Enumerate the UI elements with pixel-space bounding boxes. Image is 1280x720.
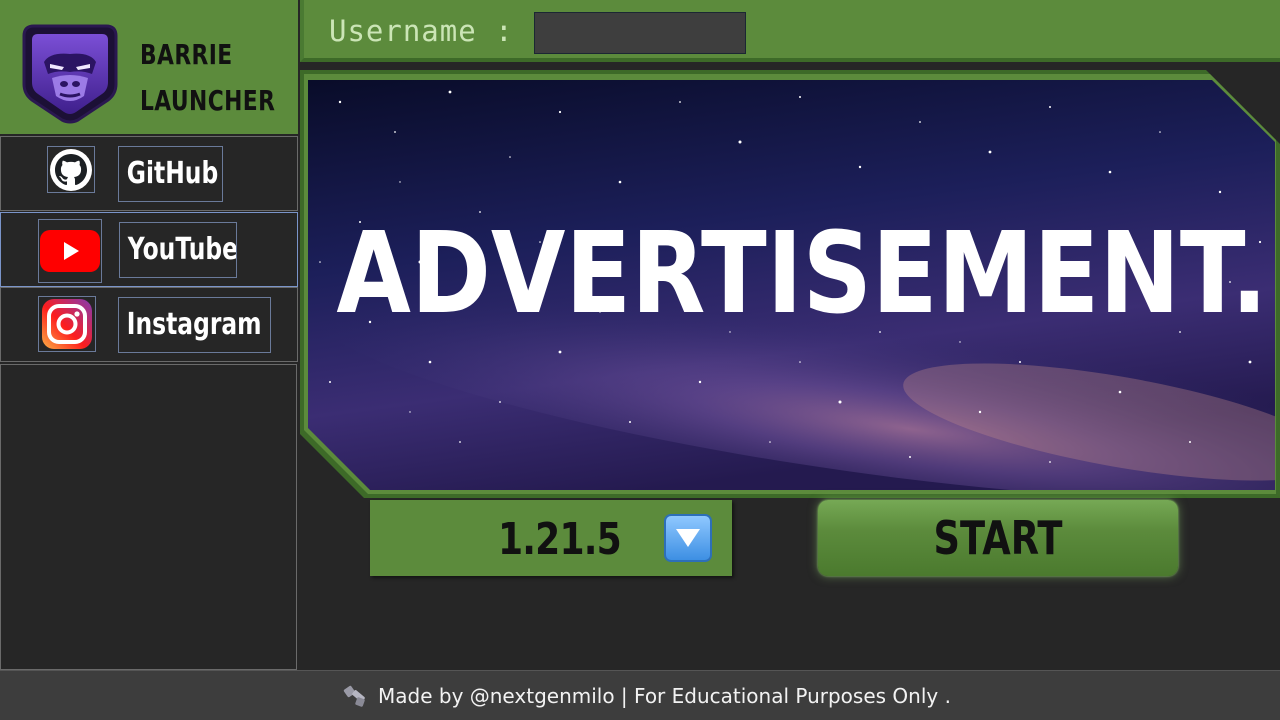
youtube-icon[interactable] xyxy=(38,219,102,283)
sidebar-link-github[interactable]: GitHub xyxy=(0,136,298,211)
version-dropdown-button[interactable] xyxy=(664,514,712,562)
username-bar: Username : xyxy=(300,0,1280,62)
username-input[interactable] xyxy=(534,12,746,54)
brand-title-line1: BARRIE xyxy=(140,38,233,71)
version-value: 1.21.5 xyxy=(498,514,622,565)
sidebar-link-label-youtube: YouTube xyxy=(127,232,237,267)
gorilla-logo-icon xyxy=(22,24,118,124)
sidebar: BARRIE LAUNCHER GitHub YouTube Instagram xyxy=(0,0,298,670)
sidebar-link-label-github: GitHub xyxy=(126,156,219,191)
brand-header: BARRIE LAUNCHER xyxy=(0,0,298,134)
github-icon[interactable] xyxy=(47,146,95,193)
advertisement-text: ADVERTISEMENT. xyxy=(336,208,1267,339)
sidebar-link-instagram[interactable]: Instagram xyxy=(0,287,298,362)
footer: Made by @nextgenmilo | For Educational P… xyxy=(0,670,1280,720)
advertisement-banner[interactable]: ADVERTISEMENT. xyxy=(300,62,1280,498)
start-button[interactable]: START xyxy=(818,500,1178,576)
sidebar-link-youtube[interactable]: YouTube xyxy=(0,212,298,287)
sidebar-empty-panel xyxy=(0,364,297,670)
start-button-label: START xyxy=(933,511,1063,565)
brand-title-line2: LAUNCHER xyxy=(140,84,276,117)
version-selector[interactable]: 1.21.5 xyxy=(370,500,732,576)
nut-bolt-icon xyxy=(343,685,365,707)
sidebar-link-label-instagram: Instagram xyxy=(126,307,262,342)
instagram-icon[interactable] xyxy=(38,296,96,352)
chevron-down-icon xyxy=(676,529,700,547)
footer-credit-text: Made by @nextgenmilo | For Educational P… xyxy=(378,684,951,708)
username-label: Username : xyxy=(329,14,514,48)
